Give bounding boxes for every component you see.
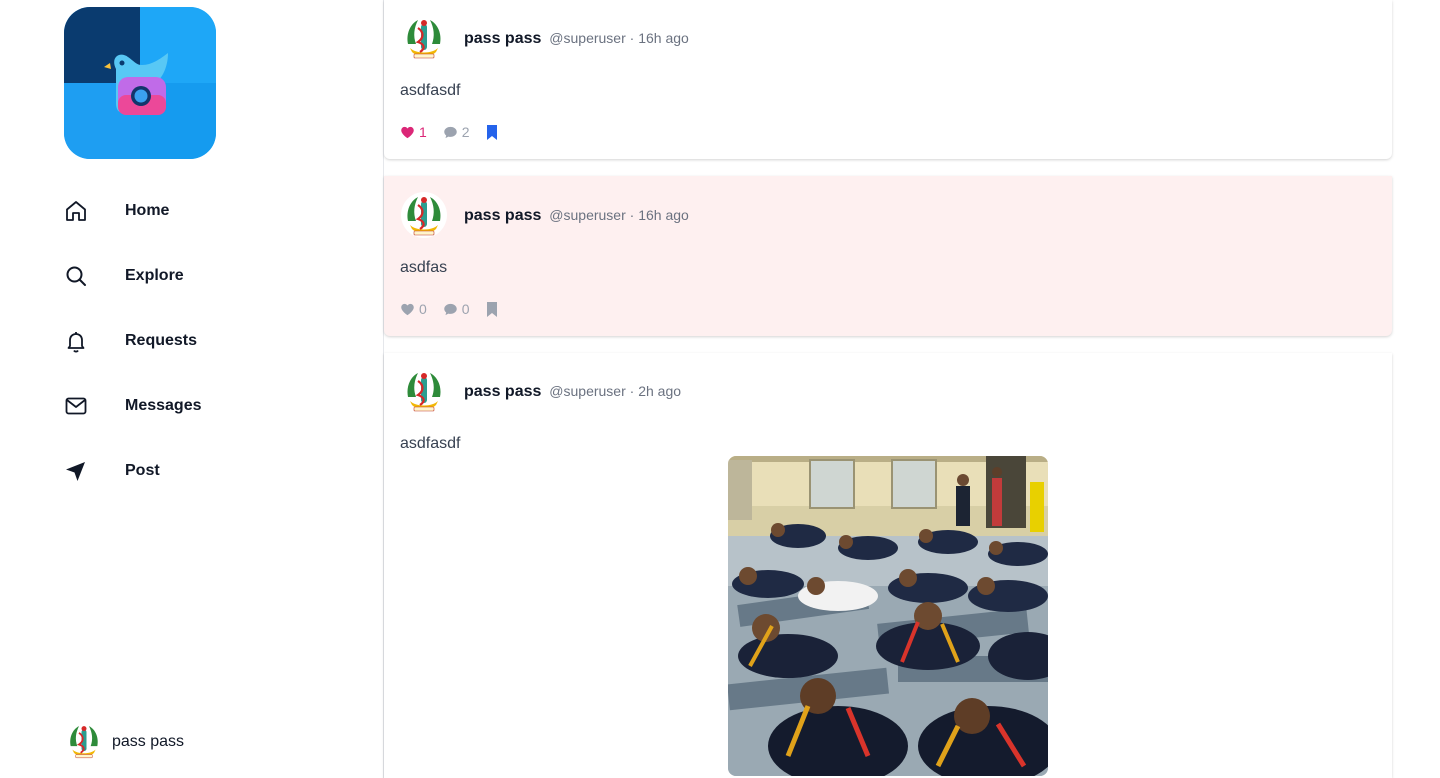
like-count: 1 <box>419 124 427 140</box>
post-meta: pass pass @superuser · 16h ago <box>464 30 689 48</box>
post-text: asdfasdf <box>400 82 461 99</box>
post-handle[interactable]: @superuser <box>549 30 625 46</box>
like-count: 0 <box>419 301 427 317</box>
nav-item-messages[interactable]: Messages <box>64 373 344 438</box>
avatar[interactable] <box>400 14 448 64</box>
post-actions: 1 2 <box>400 124 518 140</box>
home-icon <box>64 199 88 223</box>
post-handle[interactable]: @superuser <box>549 383 625 399</box>
bell-icon <box>64 329 88 353</box>
profile-name: pass pass <box>112 733 185 750</box>
post-time: · 2h ago <box>629 383 682 399</box>
avatar <box>64 720 104 764</box>
post-header: pass pass @superuser · 2h ago <box>400 367 681 417</box>
comment-button[interactable]: 0 <box>443 301 470 317</box>
app-root: Home Explore Requests Messages Post pass… <box>0 0 1440 778</box>
post-handle[interactable]: @superuser <box>549 207 625 223</box>
post-header: pass pass @superuser · 16h ago <box>400 191 689 241</box>
post-time: · 16h ago <box>629 207 689 223</box>
nav-item-post[interactable]: Post <box>64 438 344 503</box>
nav-item-requests[interactable]: Requests <box>64 308 344 373</box>
nav-item-explore[interactable]: Explore <box>64 243 344 308</box>
post-author-name[interactable]: pass pass <box>464 207 541 224</box>
mail-icon <box>64 394 88 418</box>
app-logo[interactable] <box>64 7 216 159</box>
comment-count: 2 <box>461 124 470 140</box>
heart-icon <box>401 303 414 315</box>
comment-icon <box>444 126 457 138</box>
nav-label: Explore <box>125 266 184 284</box>
bookmark-button[interactable] <box>486 301 502 317</box>
bookmark-button[interactable] <box>486 124 502 140</box>
like-button[interactable]: 0 <box>400 301 427 317</box>
heart-icon <box>401 126 414 138</box>
post-image[interactable] <box>728 456 1048 776</box>
post-time: · 16h ago <box>629 30 689 46</box>
search-icon <box>64 264 88 288</box>
nav-label: Post <box>125 461 160 479</box>
avatar[interactable] <box>400 367 448 417</box>
exercise-photo <box>728 456 1048 776</box>
post-card[interactable]: pass pass @superuser · 16h ago asdfas 0 … <box>384 176 1392 336</box>
nav-label: Home <box>125 201 170 219</box>
post-author-name[interactable]: pass pass <box>464 383 541 400</box>
post-text: asdfasdf <box>400 435 461 452</box>
comment-count: 0 <box>461 301 470 317</box>
bird-camera-logo-icon <box>64 7 216 159</box>
like-button[interactable]: 1 <box>400 124 427 140</box>
post-actions: 0 0 <box>400 301 518 317</box>
profile-button[interactable]: pass pass <box>64 720 184 764</box>
nav-item-home[interactable]: Home <box>64 178 344 243</box>
comment-button[interactable]: 2 <box>443 124 470 140</box>
bookmark-icon <box>486 301 497 317</box>
post-meta: pass pass @superuser · 16h ago <box>464 207 689 225</box>
post-header: pass pass @superuser · 16h ago <box>400 14 689 64</box>
comment-icon <box>444 303 457 315</box>
post-meta: pass pass @superuser · 2h ago <box>464 383 681 401</box>
sidebar: Home Explore Requests Messages Post pass… <box>0 0 384 778</box>
send-icon <box>64 459 88 483</box>
nav-label: Requests <box>125 331 198 349</box>
avatar[interactable] <box>400 191 448 241</box>
post-text: asdfas <box>400 259 448 276</box>
main-nav: Home Explore Requests Messages Post <box>64 178 344 503</box>
post-author-name[interactable]: pass pass <box>464 30 541 47</box>
post-card[interactable]: pass pass @superuser · 16h ago asdfasdf … <box>384 0 1392 159</box>
nav-label: Messages <box>125 396 202 414</box>
feed: pass pass @superuser · 16h ago asdfasdf … <box>384 0 1392 778</box>
bookmark-icon <box>486 124 497 140</box>
